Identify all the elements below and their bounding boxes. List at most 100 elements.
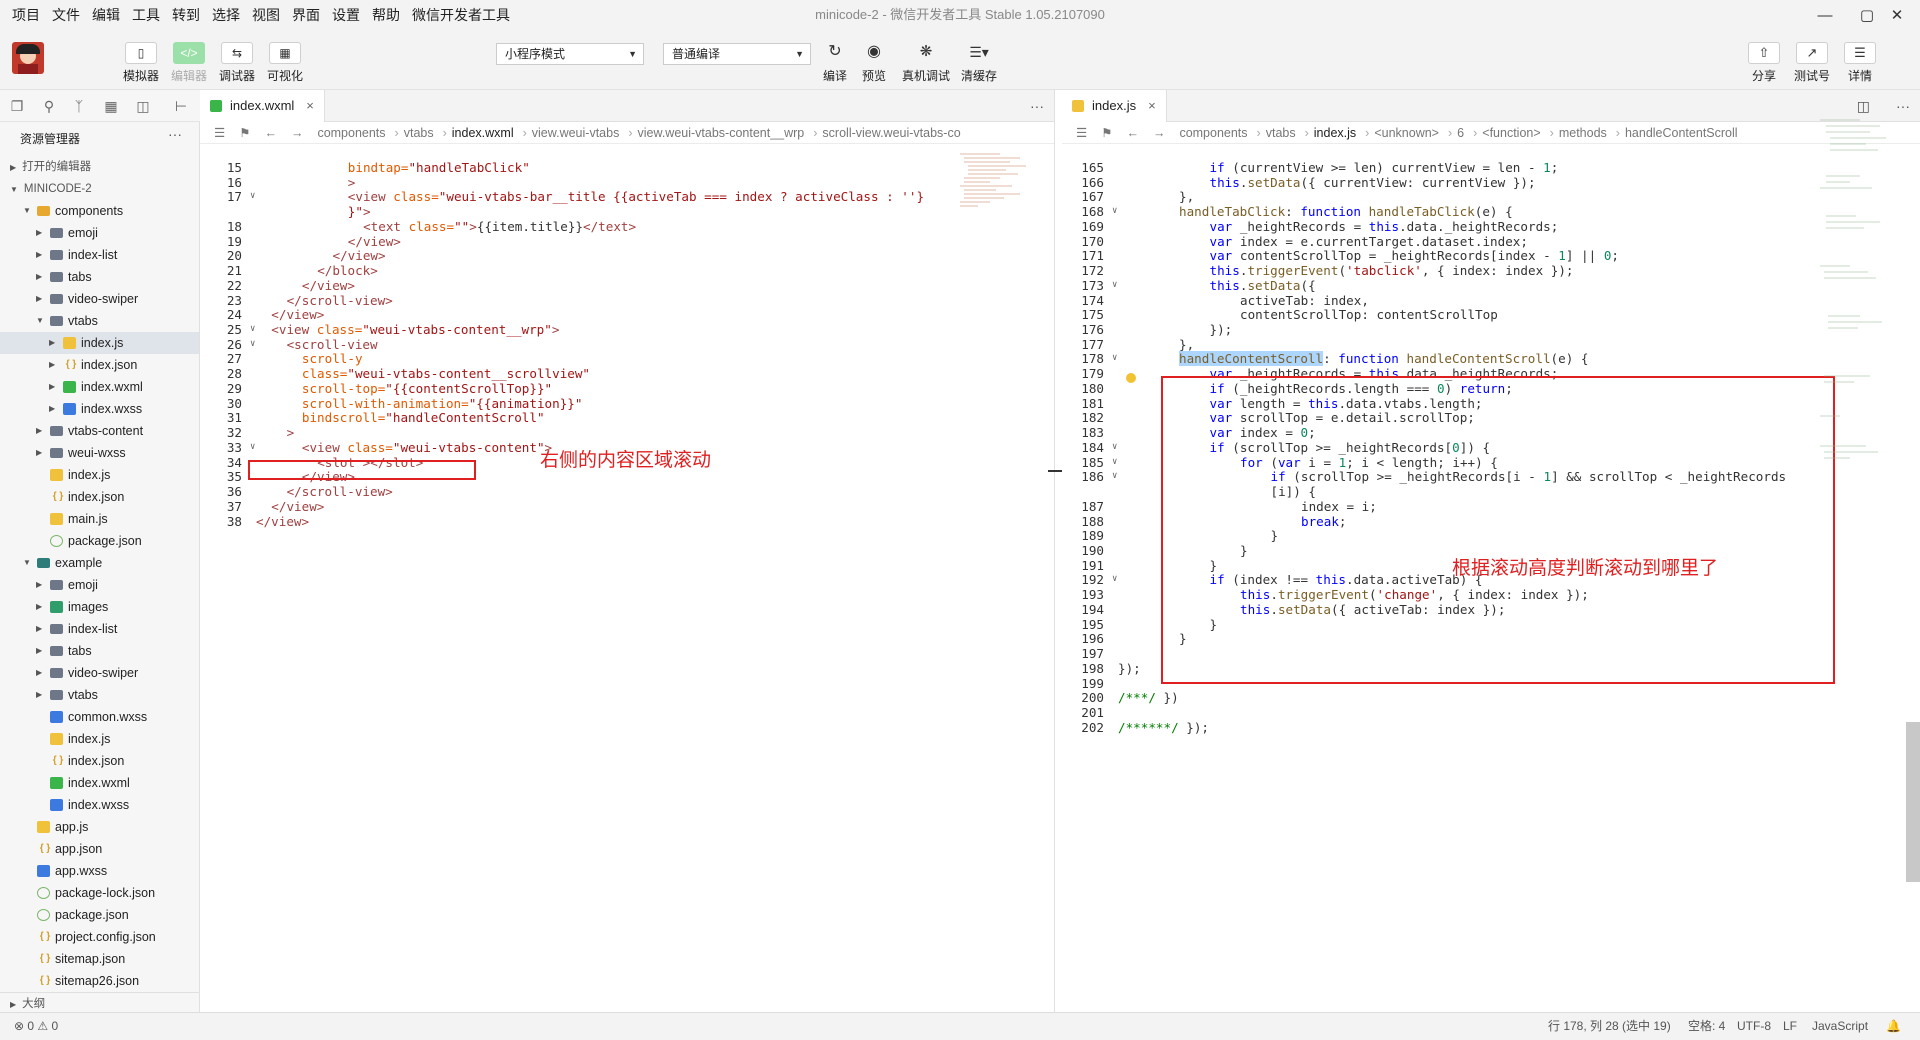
fold-chevron-icon[interactable]: ∨ (1112, 280, 1117, 290)
compile-mode-select[interactable]: 普通编译 ▼ (663, 43, 811, 65)
file-tree-item[interactable]: ▶ { } index.json (0, 354, 199, 376)
file-tree-item[interactable]: index.wxss (0, 794, 199, 816)
avatar[interactable] (12, 42, 44, 74)
list-icon[interactable]: ☰ (214, 126, 225, 140)
open-editors-section[interactable]: ▶ 打开的编辑器 (0, 156, 199, 178)
breadcrumb-item[interactable]: 6 (1457, 126, 1464, 140)
debugger-button[interactable]: ⇆ 调试器 (213, 42, 261, 84)
lightbulb-icon[interactable] (1126, 373, 1136, 383)
file-tree-item[interactable]: package.json (0, 904, 199, 926)
indentation[interactable]: 空格: 4 (1688, 1013, 1725, 1040)
file-tree-item[interactable]: index.js (0, 464, 199, 486)
tab-index-wxml[interactable]: index.wxml × (200, 90, 325, 122)
menu-item[interactable]: 编辑 (86, 0, 126, 30)
menu-item[interactable]: 微信开发者工具 (406, 0, 516, 30)
back-icon[interactable]: ← (264, 126, 277, 140)
file-tree-item[interactable]: ▶ emoji (0, 222, 199, 244)
fold-chevron-icon[interactable]: ∨ (1112, 442, 1117, 452)
file-tree-item[interactable]: main.js (0, 508, 199, 530)
close-button[interactable]: ✕ (1874, 0, 1920, 30)
breadcrumb-item[interactable]: vtabs (1266, 126, 1296, 140)
line-ending[interactable]: LF (1783, 1013, 1797, 1040)
breadcrumb-item[interactable]: index.js (1314, 126, 1356, 140)
fold-chevron-icon[interactable]: ∨ (1112, 574, 1117, 584)
file-tree-item[interactable]: ▼ example (0, 552, 199, 574)
file-tree-item[interactable]: ▶ index.wxml (0, 376, 199, 398)
file-tree-item[interactable]: { } sitemap26.json (0, 970, 199, 992)
file-tree-item[interactable]: ▼ vtabs (0, 310, 199, 332)
more-icon[interactable]: ··· (168, 126, 182, 142)
file-tree-item[interactable]: index.wxml (0, 772, 199, 794)
file-tree-item[interactable]: ▶ index-list (0, 244, 199, 266)
breadcrumb-item[interactable]: methods (1559, 126, 1607, 140)
breadcrumb-item[interactable]: index.wxml (452, 126, 514, 140)
file-tree-item[interactable]: { } sitemap.json (0, 948, 199, 970)
menu-item[interactable]: 设置 (326, 0, 366, 30)
file-tree-item[interactable]: common.wxss (0, 706, 199, 728)
fold-chevron-icon[interactable]: ∨ (250, 339, 255, 349)
notification-bell-icon[interactable]: 🔔 (1886, 1013, 1901, 1040)
file-tree-item[interactable]: package.json (0, 530, 199, 552)
file-tree-item[interactable]: ▶ index.wxss (0, 398, 199, 420)
cursor-position[interactable]: 行 178, 列 28 (选中 19) (1548, 1013, 1671, 1040)
fold-chevron-icon[interactable]: ∨ (1112, 457, 1117, 467)
file-tree-item[interactable]: ▶ tabs (0, 640, 199, 662)
forward-icon[interactable]: → (1153, 126, 1166, 140)
visual-button[interactable]: ▦ 可视化 (261, 42, 309, 84)
file-tree-item[interactable]: { } index.json (0, 750, 199, 772)
preview-button[interactable]: ◉ 预览 (850, 42, 898, 84)
minimap[interactable] (1820, 116, 1892, 546)
menu-item[interactable]: 工具 (126, 0, 166, 30)
problems-indicator[interactable]: ⊗ 0 ⚠ 0 (14, 1013, 58, 1040)
breadcrumb-item[interactable]: view.weui-vtabs (532, 126, 620, 140)
scrollbar-thumb[interactable] (1906, 722, 1920, 882)
breadcrumb-item[interactable]: <function> (1482, 126, 1540, 140)
bookmark-icon[interactable]: ⚑ (239, 126, 250, 140)
code-area[interactable]: 15 bindtap="handleTabClick" 16 >17 ∨ <view cl… (200, 144, 1054, 1012)
file-tree-item[interactable]: ▶ index-list (0, 618, 199, 640)
extensions-icon[interactable]: ▦ (102, 97, 120, 115)
fold-chevron-icon[interactable]: ∨ (1112, 471, 1117, 481)
encoding[interactable]: UTF-8 (1737, 1013, 1771, 1040)
file-tree-item[interactable]: app.js (0, 816, 199, 838)
back-icon[interactable]: ← (1126, 126, 1139, 140)
list-icon[interactable]: ☰ (1076, 126, 1087, 140)
file-tree-item[interactable]: ▶ vtabs-content (0, 420, 199, 442)
file-tree-item[interactable]: { } index.json (0, 486, 199, 508)
file-tree-item[interactable]: ▶ index.js (0, 332, 199, 354)
menu-item[interactable]: 帮助 (366, 0, 406, 30)
share-button[interactable]: ⇧ 分享 (1740, 42, 1788, 84)
menu-item[interactable]: 项目 (6, 0, 46, 30)
file-tree-item[interactable]: ▶ emoji (0, 574, 199, 596)
fold-chevron-icon[interactable]: ∨ (250, 191, 255, 201)
menu-item[interactable]: 文件 (46, 0, 86, 30)
bookmark-icon[interactable]: ⚑ (1101, 126, 1112, 140)
breadcrumb-item[interactable]: vtabs (404, 126, 434, 140)
git-branch-icon[interactable]: ᛉ (70, 97, 88, 115)
files-icon[interactable]: ❐ (8, 97, 26, 115)
file-tree-item[interactable]: index.js (0, 728, 199, 750)
panel-icon[interactable]: ◫ (134, 97, 152, 115)
file-tree-item[interactable]: { } app.json (0, 838, 199, 860)
file-tree-item[interactable]: ▶ images (0, 596, 199, 618)
file-tree-item[interactable]: ▶ vtabs (0, 684, 199, 706)
file-tree-item[interactable]: package-lock.json (0, 882, 199, 904)
breadcrumb-item[interactable]: <unknown> (1374, 126, 1439, 140)
breadcrumb-item[interactable]: scroll-view.weui-vtabs-co (822, 126, 960, 140)
language-mode[interactable]: JavaScript (1812, 1013, 1868, 1040)
breadcrumb-item[interactable]: view.weui-vtabs-content__wrp (638, 126, 805, 140)
file-tree-item[interactable]: ▶ video-swiper (0, 662, 199, 684)
split-icon[interactable]: ⊢ (172, 97, 190, 115)
minimize-button[interactable]: — (1802, 0, 1848, 30)
file-tree-item[interactable]: ▶ video-swiper (0, 288, 199, 310)
search-icon[interactable]: ⚲ (40, 97, 58, 115)
simulator-button[interactable]: ▯ 模拟器 (117, 42, 165, 84)
fold-chevron-icon[interactable]: ∨ (1112, 353, 1117, 363)
minimap[interactable] (960, 152, 1032, 252)
project-root-section[interactable]: ▼ MINICODE-2 (0, 178, 199, 200)
file-tree-item[interactable]: ▶ tabs (0, 266, 199, 288)
more-actions-icon[interactable]: ··· (1896, 90, 1910, 122)
file-tree-item[interactable]: app.wxss (0, 860, 199, 882)
test-account-button[interactable]: ↗ 测试号 (1788, 42, 1836, 84)
menu-item[interactable]: 视图 (246, 0, 286, 30)
